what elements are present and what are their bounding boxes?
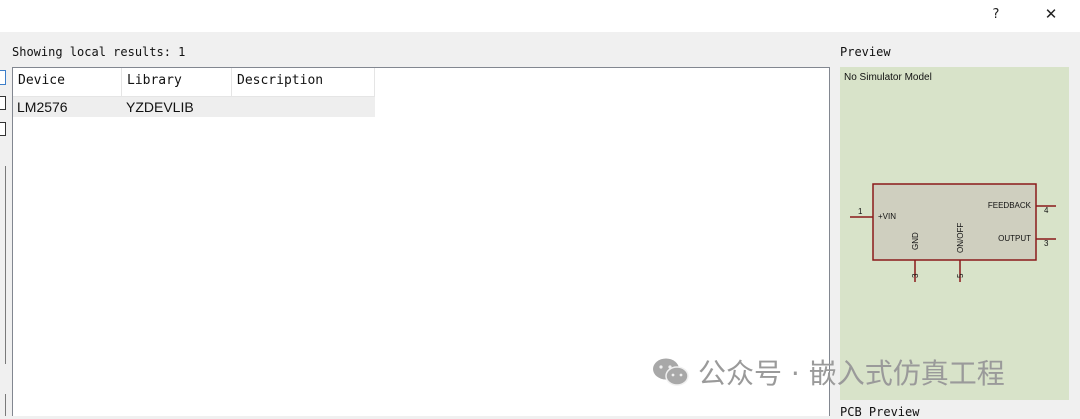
- left-list-edge: [5, 166, 6, 364]
- component-symbol: 1 +VIN 4 FEEDBACK 3 OUTPUT 3 GND 5 ON/OF…: [850, 183, 1056, 282]
- left-control-edge[interactable]: [0, 70, 6, 85]
- help-button[interactable]: ?: [983, 3, 1009, 27]
- wechat-icon: [653, 358, 689, 386]
- results-count-label: Showing local results: 1: [12, 45, 186, 59]
- pcb-preview-label: PCB Preview: [840, 405, 920, 419]
- pin-number-onoff: 5: [956, 273, 965, 278]
- title-bar: ? ✕: [0, 0, 1080, 32]
- column-header-description[interactable]: Description: [232, 68, 375, 97]
- left-checkbox-edge[interactable]: [0, 122, 6, 136]
- watermark: 公众号 · 嵌入式仿真工程: [652, 352, 1005, 392]
- pin-number-vin: 1: [858, 207, 863, 216]
- pin-name-gnd: GND: [911, 232, 920, 250]
- pin-name-output: OUTPUT: [998, 234, 1031, 243]
- watermark-text: 公众号 · 嵌入式仿真工程: [698, 357, 1005, 390]
- left-checkbox-edge[interactable]: [0, 96, 6, 110]
- close-button[interactable]: ✕: [1038, 3, 1064, 27]
- schematic-preview: No Simulator Model 1 +VIN 4 FEEDBACK 3 O…: [840, 67, 1069, 400]
- column-header-device[interactable]: Device: [13, 68, 122, 97]
- pin-name-onoff: ON/OFF: [956, 223, 965, 253]
- pin-name-feedback: FEEDBACK: [988, 201, 1032, 210]
- pin-number-feedback: 4: [1044, 206, 1049, 215]
- left-list-edge: [5, 394, 6, 416]
- column-header-library[interactable]: Library: [122, 68, 232, 97]
- pin-name-vin: +VIN: [878, 212, 896, 221]
- component-body: [872, 183, 1037, 261]
- preview-label: Preview: [840, 45, 891, 59]
- pin-number-gnd: 3: [911, 273, 920, 278]
- cell-description: [232, 97, 375, 117]
- pin-number-output: 3: [1044, 239, 1049, 248]
- table-header: Device Library Description: [13, 68, 375, 97]
- cell-library: YZDEVLIB: [126, 99, 194, 115]
- cell-device: LM2576: [17, 99, 68, 115]
- table-row[interactable]: LM2576 YZDEVLIB: [13, 97, 375, 117]
